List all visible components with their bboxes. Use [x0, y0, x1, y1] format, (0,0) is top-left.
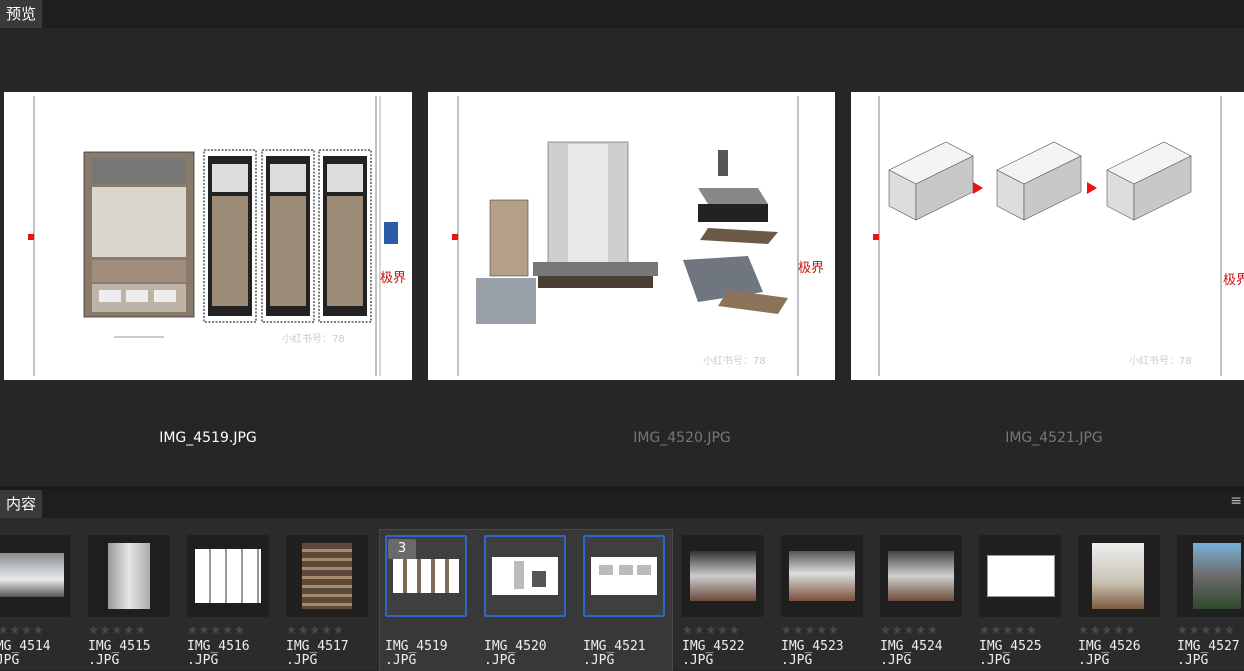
content-panel-header: 内容 [0, 490, 1244, 518]
thumbnail-label: IMG_4524 .JPG [880, 639, 943, 668]
thumbnail-label: IMG_4525 .JPG [979, 639, 1042, 668]
thumbnail[interactable] [286, 535, 368, 617]
thumbnail-label: IMG_4523 .JPG [781, 639, 844, 668]
thumbnail[interactable] [1177, 535, 1244, 617]
thumbnail[interactable] [880, 535, 962, 617]
rating-stars[interactable]: ★★★★★ [781, 623, 840, 637]
preview-image-2[interactable]: 极界 小红书号：78 [428, 92, 835, 380]
preview-caption-1: IMG_4519.JPG [159, 430, 257, 446]
marker-icon [452, 234, 458, 240]
thumbnail-label: IMG_4514.JPG [0, 639, 51, 668]
thumbnail[interactable] [88, 535, 170, 617]
preview-caption-3: IMG_4521.JPG [1005, 430, 1103, 446]
thumbnail-image [888, 551, 954, 601]
thumbnail-selected[interactable] [484, 535, 566, 617]
thumbnail-image [0, 553, 64, 597]
svg-text:小红书号：78: 小红书号：78 [282, 332, 345, 345]
thumbnail-image [195, 549, 261, 603]
thumbnail-label: IMG_4522 .JPG [682, 639, 745, 668]
thumbnail[interactable] [187, 535, 269, 617]
rating-stars[interactable]: ★★★★★ [1078, 623, 1137, 637]
svg-text:极界: 极界 [798, 261, 824, 276]
thumbnail[interactable] [781, 535, 863, 617]
thumbnail-selected[interactable] [583, 535, 665, 617]
thumbnail-image [789, 551, 855, 601]
thumbnail-label: IMG_4516 .JPG [187, 639, 250, 668]
svg-text:极界: 极界 [380, 271, 406, 286]
thumbnail[interactable] [682, 535, 764, 617]
preview-caption-2: IMG_4520.JPG [633, 430, 731, 446]
block-diagram-icon: 极界 小红书号：78 [851, 92, 1244, 380]
svg-text:小红书号：78: 小红书号：78 [1129, 354, 1192, 367]
thumbnail-image-detail [619, 565, 633, 575]
rating-stars[interactable]: ★★★★★ [1177, 623, 1236, 637]
preview-tab[interactable]: 预览 [0, 0, 43, 28]
preview-image-1[interactable]: 极界 小红书号：78 [4, 92, 412, 380]
preview-image-3[interactable]: 极界 小红书号：78 [851, 92, 1244, 380]
wardrobe-drawing-icon: 极界 小红书号：78 [4, 92, 412, 380]
thumbnail-image-detail [514, 561, 524, 589]
marker-icon [28, 234, 34, 240]
thumbnail-image-detail [599, 565, 613, 575]
thumbnail-image-detail [532, 571, 546, 587]
thumbnail-label: IMG_4526 .JPG [1078, 639, 1141, 668]
thumbnail-image [393, 559, 459, 593]
thumbnail-image [1092, 543, 1144, 609]
marker-icon [873, 234, 879, 240]
thumbnail-label: IMG_4519 .JPG [385, 639, 448, 668]
rating-stars[interactable]: ★★★★★ [0, 623, 45, 637]
svg-text:极界: 极界 [1223, 273, 1244, 288]
preview-area: 极界 小红书号：78 极界 小红书号：78 极界 小红书号：78 IMG_451… [0, 28, 1244, 488]
thumbnail-image [690, 551, 756, 601]
thumbnail-image [987, 555, 1055, 597]
thumbnail-label: IMG_4520 .JPG [484, 639, 547, 668]
thumbnail-label: IMG_4521 .JPG [583, 639, 646, 668]
rating-stars[interactable]: ★★★★★ [88, 623, 147, 637]
rating-stars[interactable]: ★★★★★ [682, 623, 741, 637]
svg-text:小红书号：78: 小红书号：78 [703, 354, 766, 367]
preview-panel-header: 预览 [0, 0, 1244, 28]
panel-menu-icon[interactable]: ≡ [1230, 493, 1242, 509]
rating-stars[interactable]: ★★★★★ [187, 623, 246, 637]
thumbnail-image [1193, 543, 1241, 609]
rating-stars[interactable]: ★★★★★ [979, 623, 1038, 637]
thumbnail-label: IMG_4527 .JPG [1177, 639, 1240, 668]
thumbnail-image [492, 557, 558, 595]
content-tab[interactable]: 内容 [0, 490, 43, 518]
thumbnail[interactable] [0, 535, 70, 617]
thumbnail-image [591, 557, 657, 595]
sink-drawing-icon: 极界 小红书号：78 [428, 92, 835, 380]
rating-stars[interactable]: ★★★★★ [286, 623, 345, 637]
thumbnail-image-detail [637, 565, 651, 575]
thumbnail[interactable] [1078, 535, 1160, 617]
selection-count-badge: 3 [388, 539, 416, 559]
thumbnail-label: IMG_4515 .JPG [88, 639, 151, 668]
rating-stars[interactable]: ★★★★★ [880, 623, 939, 637]
thumbnail[interactable] [979, 535, 1061, 617]
thumbnail-image [108, 543, 150, 609]
thumbnail-label: IMG_4517 .JPG [286, 639, 349, 668]
thumbnail-image [302, 543, 352, 609]
